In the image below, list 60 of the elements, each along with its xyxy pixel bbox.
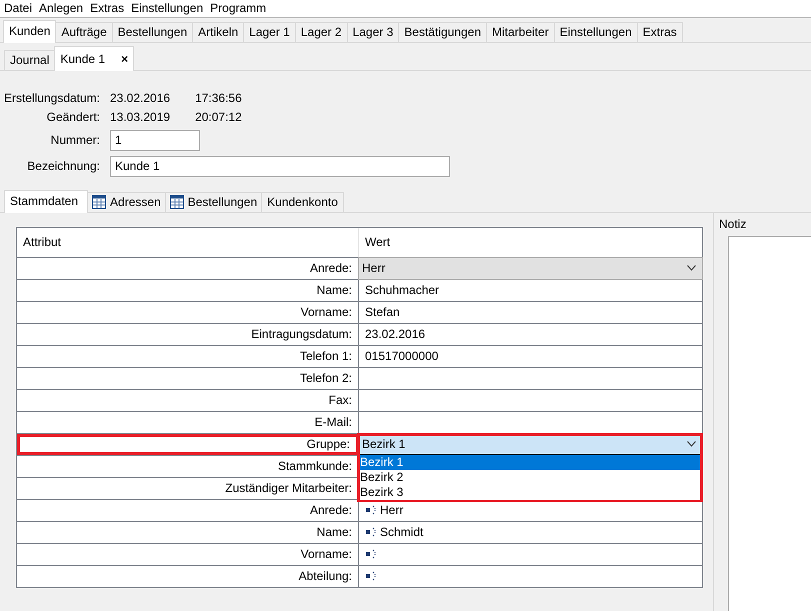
menu-item[interactable]: Einstellungen bbox=[127, 0, 206, 17]
field-label: Nummer: bbox=[50, 133, 100, 148]
tab[interactable]: Kundenkonto bbox=[261, 192, 344, 212]
dropdown-option[interactable]: Bezirk 2 bbox=[360, 470, 700, 485]
table-cell: 01517000000 bbox=[365, 348, 438, 363]
table-cell: E-Mail: bbox=[17, 412, 359, 433]
date-text: 23.02.2016 bbox=[110, 91, 170, 106]
time-text: 17:36:56 bbox=[195, 91, 242, 106]
menu-item[interactable]: Datei bbox=[0, 0, 36, 17]
table-cell: Gruppe: bbox=[17, 434, 359, 455]
tab[interactable]: Kunde 1 × bbox=[54, 46, 134, 71]
table-cell: Stefan bbox=[365, 304, 400, 319]
table-cell: Anrede: bbox=[17, 500, 359, 521]
tab[interactable]: Adressen bbox=[87, 192, 166, 212]
dropdown-option[interactable]: Bezirk 1 bbox=[360, 454, 700, 470]
table-icon bbox=[92, 195, 106, 210]
table-icon bbox=[170, 195, 184, 210]
section-title: Notiz bbox=[719, 216, 748, 232]
contact-icon bbox=[366, 527, 376, 538]
contact-icon bbox=[366, 549, 376, 560]
table-cell: 23.02.2016 bbox=[365, 326, 426, 341]
notes-field[interactable] bbox=[728, 236, 811, 611]
time-text: 20:07:12 bbox=[195, 110, 242, 125]
date-text: 13.03.2019 bbox=[110, 110, 170, 125]
field-label: Erstellungsdatum: bbox=[2, 91, 100, 106]
menu-item[interactable]: Anlegen bbox=[35, 0, 86, 17]
menu-item[interactable]: Extras bbox=[86, 0, 128, 17]
table-cell: Telefon 2: bbox=[17, 368, 359, 389]
tab[interactable]: Extras bbox=[636, 22, 683, 42]
contact-icon bbox=[366, 571, 376, 582]
menu-item[interactable]: Programm bbox=[206, 0, 270, 17]
table-cell: Vorname: bbox=[17, 544, 359, 565]
table-cell: Telefon 1: bbox=[17, 346, 359, 367]
table-cell: Fax: bbox=[17, 390, 359, 411]
chevron-icon bbox=[687, 441, 696, 448]
table-cell: Eintragungsdatum: bbox=[17, 324, 359, 345]
table-cell-text: Herr bbox=[380, 502, 404, 519]
table-cell: Abteilung: bbox=[17, 566, 359, 587]
column-header: Wert bbox=[364, 234, 392, 251]
table-cell: Name: bbox=[17, 522, 359, 543]
field-label: Bezeichnung: bbox=[26, 159, 100, 174]
tab[interactable]: Kunden bbox=[3, 20, 56, 43]
chevron-icon bbox=[687, 265, 696, 272]
close-icon[interactable]: × bbox=[121, 48, 128, 70]
input-field[interactable]: 1 bbox=[110, 130, 200, 151]
table-cell: Name: bbox=[17, 280, 359, 301]
dropdown-option[interactable]: Bezirk 3 bbox=[360, 484, 700, 500]
table-cell-text: Schmidt bbox=[380, 524, 424, 541]
table-cell: Zuständiger Mitarbeiter: bbox=[17, 478, 359, 499]
input-field[interactable]: Kunde 1 bbox=[110, 156, 450, 177]
contact-icon bbox=[366, 505, 376, 516]
tab[interactable]: Bestellungen bbox=[164, 192, 262, 212]
dropdown[interactable]: Herr bbox=[358, 256, 703, 280]
table-cell: Stammkunde: bbox=[17, 456, 359, 477]
column-header: Attribut bbox=[17, 228, 359, 257]
tab[interactable]: Stammdaten bbox=[4, 190, 88, 213]
table-cell: Vorname: bbox=[17, 302, 359, 323]
tab[interactable]: Journal bbox=[4, 50, 56, 70]
table-cell: Schuhmacher bbox=[365, 282, 440, 297]
field-label: Geändert: bbox=[46, 110, 100, 125]
